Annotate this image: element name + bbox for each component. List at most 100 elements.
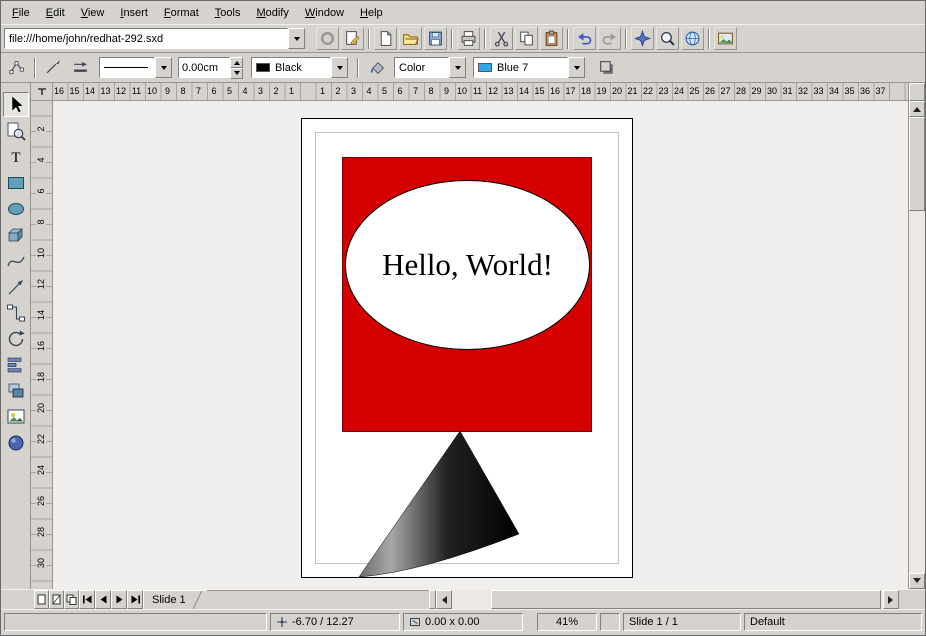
fill-color-select[interactable]: Blue 7: [473, 57, 585, 78]
interaction-tool[interactable]: [3, 430, 29, 455]
vertical-scroll-thumb[interactable]: [909, 117, 925, 211]
v-ruler[interactable]: 24681012141618202224262830: [31, 101, 53, 589]
page[interactable]: Hello, World!: [301, 118, 633, 578]
page-style-field[interactable]: Default: [744, 613, 922, 631]
line-width-input[interactable]: [179, 62, 229, 74]
slide-number-field[interactable]: Slide 1 / 1: [623, 613, 741, 631]
url-input[interactable]: [4, 28, 288, 49]
menu-file[interactable]: File: [4, 3, 38, 23]
lines-arrows-tool[interactable]: [3, 274, 29, 299]
alignment-tool[interactable]: [3, 352, 29, 377]
next-slide-button[interactable]: [111, 590, 127, 609]
ruler-tick: 24: [673, 86, 685, 96]
zoom-button[interactable]: [656, 27, 679, 50]
line-color-select[interactable]: Black: [251, 57, 348, 78]
rotate-tool[interactable]: [3, 326, 29, 351]
navigator-button[interactable]: [631, 27, 654, 50]
solid-line-icon: [104, 67, 148, 68]
black-cone-shape[interactable]: [352, 429, 527, 579]
scroll-up-button[interactable]: [909, 101, 925, 117]
hello-world-text[interactable]: Hello, World!: [382, 247, 553, 283]
last-slide-icon: [130, 594, 141, 605]
ruler-tick: 2: [272, 86, 279, 96]
arrange-tool[interactable]: [3, 378, 29, 403]
stop-icon: [319, 30, 336, 47]
fill-color-dropdown-button[interactable]: [568, 57, 585, 78]
last-slide-button[interactable]: [127, 590, 143, 609]
layer-view-button[interactable]: [64, 590, 79, 609]
cursor-position-field[interactable]: -6.70 / 12.27: [270, 613, 400, 631]
ruler-tick: 6: [210, 86, 217, 96]
curve-tool[interactable]: [3, 248, 29, 273]
menu-modify[interactable]: Modify: [248, 3, 296, 23]
ruler-tick: 33: [812, 86, 824, 96]
paste-button[interactable]: [540, 27, 563, 50]
ruler-tick: 12: [487, 86, 499, 96]
menu-window[interactable]: Window: [297, 3, 352, 23]
scrollbar-top-button[interactable]: [909, 83, 925, 101]
stop-button[interactable]: [316, 27, 339, 50]
redo-button[interactable]: [598, 27, 621, 50]
scroll-down-button[interactable]: [909, 573, 925, 589]
text-tool[interactable]: T: [3, 144, 29, 169]
menu-help[interactable]: Help: [352, 3, 391, 23]
scroll-right-button[interactable]: [883, 590, 899, 609]
page-view-button[interactable]: [34, 590, 49, 609]
white-ellipse[interactable]: Hello, World!: [345, 180, 590, 350]
fill-style-dropdown-button[interactable]: [449, 57, 466, 78]
menu-tools[interactable]: Tools: [207, 3, 249, 23]
object-size-field[interactable]: 0.00 x 0.00: [403, 613, 523, 631]
save-button[interactable]: [424, 27, 447, 50]
fill-style-select[interactable]: Color: [394, 57, 466, 78]
pane-splitter-handle[interactable]: [429, 590, 436, 609]
url-dropdown-button[interactable]: [288, 28, 305, 49]
vertical-scrollbar[interactable]: [908, 83, 925, 589]
hyperlink-button[interactable]: [681, 27, 704, 50]
spin-up-button[interactable]: [230, 57, 243, 68]
shadow-button[interactable]: [595, 56, 618, 79]
menu-view[interactable]: View: [73, 3, 113, 23]
line-button[interactable]: [42, 56, 65, 79]
zoom-tool[interactable]: [3, 118, 29, 143]
select-tool[interactable]: [3, 92, 29, 117]
arrow-up-icon: [913, 103, 921, 112]
previous-slide-button[interactable]: [95, 590, 111, 609]
3d-objects-tool[interactable]: [3, 222, 29, 247]
horizontal-scroll-track[interactable]: [452, 590, 883, 609]
line-style-dropdown-button[interactable]: [155, 57, 172, 78]
ruler-tick: 22: [642, 86, 654, 96]
ruler-tick: 7: [412, 86, 419, 96]
menu-format[interactable]: Format: [156, 3, 207, 23]
vertical-scroll-track[interactable]: [909, 117, 925, 573]
arrow-style-button[interactable]: [69, 56, 92, 79]
print-button[interactable]: [457, 27, 480, 50]
drawing-canvas[interactable]: Hello, World!: [53, 101, 908, 589]
line-color-dropdown-button[interactable]: [331, 57, 348, 78]
first-slide-button[interactable]: [79, 590, 95, 609]
ruler-tick: 29: [750, 86, 762, 96]
new-document-button[interactable]: [374, 27, 397, 50]
edit-file-button[interactable]: [341, 27, 364, 50]
scroll-left-button[interactable]: [436, 590, 452, 609]
h-ruler[interactable]: 1615141312111098765432112345678910111213…: [53, 83, 908, 100]
insert-tool[interactable]: [3, 404, 29, 429]
master-view-button[interactable]: [49, 590, 64, 609]
connector-tool[interactable]: [3, 300, 29, 325]
gallery-button[interactable]: [714, 27, 737, 50]
horizontal-scroll-thumb[interactable]: [491, 590, 881, 609]
open-button[interactable]: [399, 27, 422, 50]
area-button[interactable]: [365, 56, 388, 79]
rectangle-tool[interactable]: [3, 170, 29, 195]
tab-slide-1[interactable]: Slide 1: [143, 590, 207, 609]
cut-button[interactable]: [490, 27, 513, 50]
line-style-select[interactable]: [99, 57, 172, 78]
menu-insert[interactable]: Insert: [112, 3, 156, 23]
edit-points-button[interactable]: [5, 56, 28, 79]
copy-button[interactable]: [515, 27, 538, 50]
undo-button[interactable]: [573, 27, 596, 50]
tab-stop-selector[interactable]: [31, 83, 53, 100]
menu-edit[interactable]: Edit: [38, 3, 73, 23]
zoom-level-field[interactable]: 41%: [537, 613, 597, 631]
ellipse-tool[interactable]: [3, 196, 29, 221]
spin-down-button[interactable]: [230, 68, 243, 79]
